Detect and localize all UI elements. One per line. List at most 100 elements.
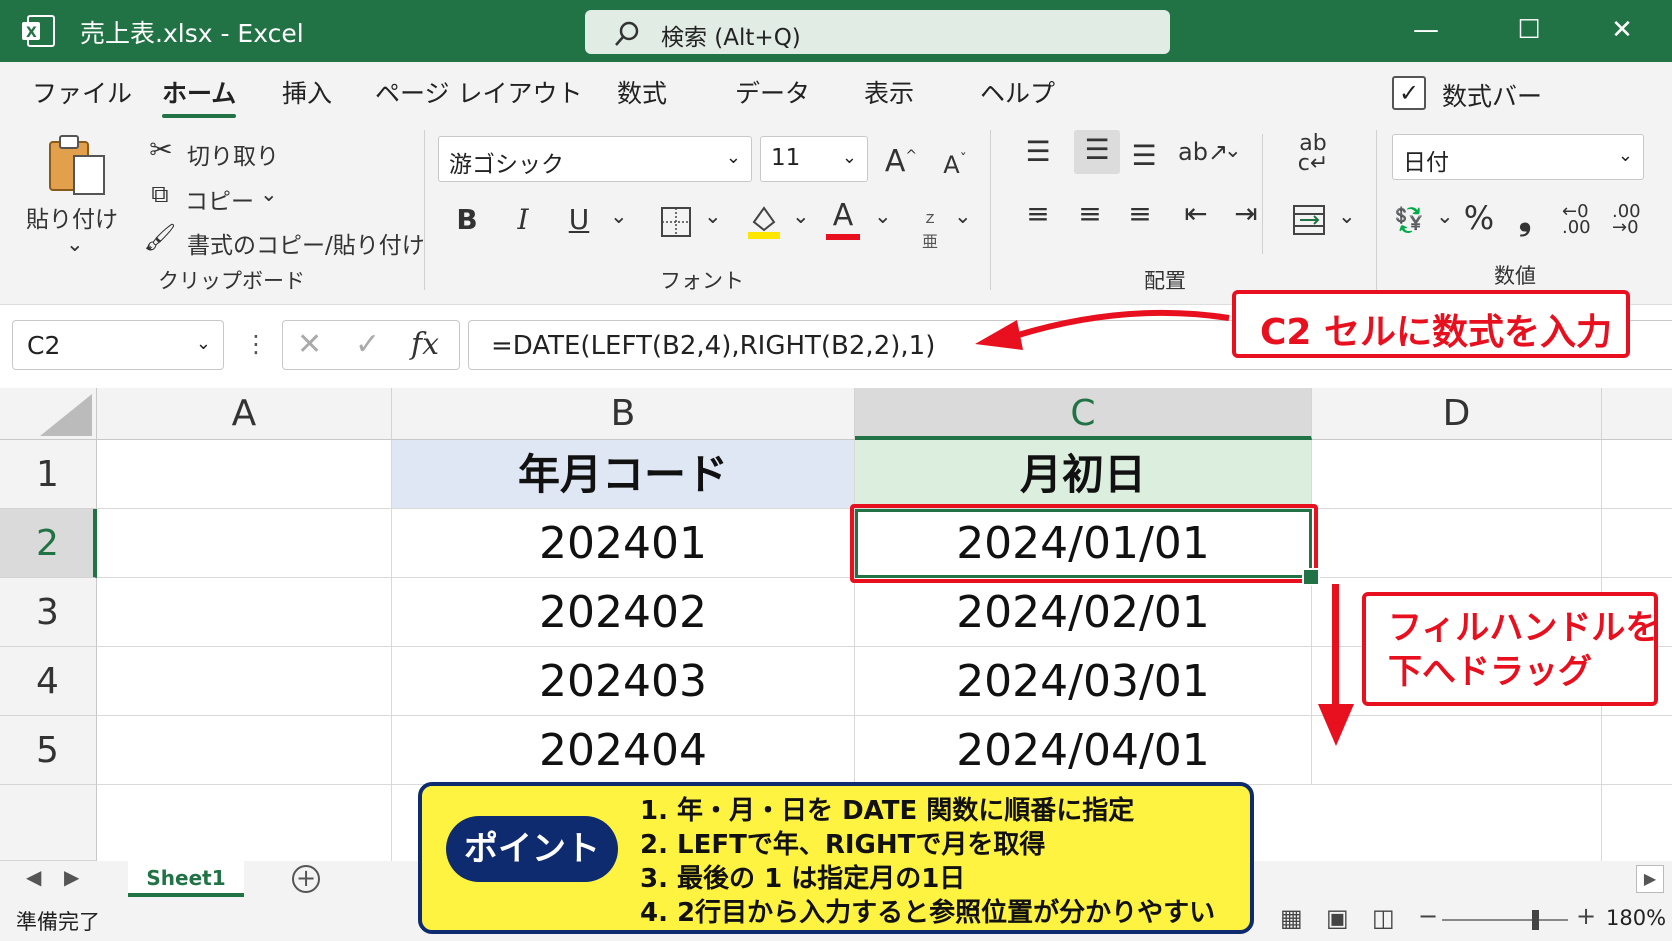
paste-icon[interactable] [44, 132, 110, 198]
phonetic-icon[interactable]: ｚ亜 [922, 204, 938, 252]
cell-d6[interactable] [1312, 785, 1602, 861]
cell-c1[interactable]: 月初日 [855, 440, 1312, 509]
decrease-indent-icon[interactable]: ⇤ [1176, 194, 1216, 234]
merge-dropdown-icon[interactable]: ⌄ [1338, 204, 1356, 228]
align-bottom-icon[interactable]: ☰ [1124, 136, 1164, 176]
cell-d2[interactable] [1312, 509, 1602, 578]
cell-e5[interactable] [1602, 716, 1672, 785]
minimize-button[interactable]: — [1402, 10, 1450, 50]
cell-d1[interactable] [1312, 440, 1602, 509]
borders-icon[interactable] [660, 206, 692, 238]
row-header-5[interactable]: 5 [0, 716, 97, 785]
copy-dropdown-icon[interactable]: ⌄ [260, 182, 278, 206]
row-header-2[interactable]: 2 [0, 509, 97, 578]
orientation-icon[interactable]: ab↗ [1178, 132, 1228, 172]
grow-font-button[interactable]: A^ [884, 136, 918, 182]
name-box[interactable]: C2 ⌄ [12, 320, 224, 370]
cell-b4[interactable]: 202403 [392, 647, 855, 716]
underline-button[interactable]: U [562, 200, 596, 240]
paste-button[interactable]: 貼り付け [26, 200, 118, 234]
orientation-dropdown-icon[interactable]: ⌄ [1224, 138, 1242, 162]
align-middle-icon[interactable]: ☰ [1074, 130, 1120, 174]
copy-button[interactable]: コピー [185, 182, 254, 216]
cell-c4[interactable]: 2024/03/01 [855, 647, 1312, 716]
accounting-format-icon[interactable]: 💱 [1392, 200, 1426, 240]
tab-help[interactable]: ヘルプ [980, 74, 1055, 110]
cut-button[interactable]: 切り取り [187, 137, 279, 171]
column-header-c[interactable]: C [855, 388, 1312, 440]
shrink-font-button[interactable]: Aˇ [938, 140, 972, 185]
row-header-3[interactable]: 3 [0, 578, 97, 647]
cell-b2[interactable]: 202401 [392, 509, 855, 578]
merge-center-icon[interactable] [1292, 204, 1326, 236]
page-layout-view-icon[interactable]: ▣ [1326, 904, 1349, 932]
font-color-dropdown-icon[interactable]: ⌄ [874, 204, 892, 228]
zoom-level[interactable]: 180% [1606, 906, 1666, 930]
cell-a3[interactable] [97, 578, 392, 647]
zoom-slider-thumb[interactable] [1532, 910, 1539, 930]
accounting-dropdown-icon[interactable]: ⌄ [1436, 204, 1454, 228]
align-right-icon[interactable]: ≡ [1120, 194, 1160, 234]
cell-a6[interactable] [97, 785, 392, 861]
tab-insert[interactable]: 挿入 [282, 74, 332, 110]
column-header-e[interactable] [1602, 388, 1672, 440]
percent-style-button[interactable]: % [1462, 198, 1496, 238]
number-format-select[interactable]: 日付 ⌄ [1392, 134, 1644, 180]
cell-e1[interactable] [1602, 440, 1672, 509]
align-left-icon[interactable]: ≡ [1018, 194, 1058, 234]
select-all-corner[interactable] [0, 388, 97, 440]
font-color-button[interactable]: A [826, 196, 860, 236]
maximize-button[interactable]: ☐ [1505, 10, 1553, 50]
underline-dropdown-icon[interactable]: ⌄ [610, 204, 628, 228]
zoom-out-button[interactable]: − [1418, 902, 1438, 930]
sheet-tab-sheet1[interactable]: Sheet1 [128, 861, 244, 897]
paste-dropdown-icon[interactable]: ⌄ [66, 232, 84, 256]
close-button[interactable]: ✕ [1598, 10, 1646, 50]
zoom-slider-track[interactable] [1442, 919, 1568, 921]
tab-file[interactable]: ファイル [32, 74, 132, 110]
cell-b1[interactable]: 年月コード [392, 440, 855, 509]
cell-e2[interactable] [1602, 509, 1672, 578]
cell-a2[interactable] [97, 509, 392, 578]
font-size-select[interactable]: 11 ⌄ [760, 136, 868, 182]
sheet-scroll-right-icon[interactable]: ▶ [64, 865, 79, 889]
cell-b3[interactable]: 202402 [392, 578, 855, 647]
cell-b5[interactable]: 202404 [392, 716, 855, 785]
format-painter-button[interactable]: 書式のコピー/貼り付け [187, 226, 425, 260]
fill-color-dropdown-icon[interactable]: ⌄ [792, 204, 810, 228]
tab-page-layout[interactable]: ページ レイアウト [375, 74, 582, 110]
row-header-1[interactable]: 1 [0, 440, 97, 509]
cell-c5[interactable]: 2024/04/01 [855, 716, 1312, 785]
row-header-6[interactable] [0, 785, 97, 861]
hscroll-right-icon[interactable]: ▶ [1636, 865, 1664, 893]
decrease-decimal-button[interactable]: .00 →0 [1612, 203, 1641, 237]
borders-dropdown-icon[interactable]: ⌄ [704, 204, 722, 228]
italic-button[interactable]: I [506, 200, 540, 240]
insert-function-icon[interactable]: fx [411, 327, 439, 362]
zoom-in-button[interactable]: + [1576, 902, 1596, 930]
phonetic-dropdown-icon[interactable]: ⌄ [954, 204, 972, 228]
tab-view[interactable]: 表示 [864, 74, 914, 110]
enter-formula-icon[interactable]: ✓ [355, 327, 380, 362]
cancel-formula-icon[interactable]: ✕ [297, 327, 322, 362]
fill-color-icon[interactable] [746, 202, 782, 240]
tab-data[interactable]: データ [735, 74, 810, 110]
row-header-4[interactable]: 4 [0, 647, 97, 716]
cell-a5[interactable] [97, 716, 392, 785]
more-options-icon[interactable]: ⋮ [244, 330, 268, 358]
wrap-text-icon[interactable]: ab c↵ [1296, 133, 1330, 175]
align-top-icon[interactable]: ☰ [1018, 132, 1058, 172]
increase-indent-icon[interactable]: ⇥ [1226, 194, 1266, 234]
cell-c3[interactable]: 2024/02/01 [855, 578, 1312, 647]
font-name-select[interactable]: 游ゴシック ⌄ [438, 136, 752, 182]
formula-bar-checkbox[interactable]: ✓ [1392, 76, 1426, 110]
add-sheet-button[interactable]: + [292, 865, 320, 893]
normal-view-icon[interactable]: ▦ [1280, 904, 1303, 932]
cell-a4[interactable] [97, 647, 392, 716]
bold-button[interactable]: B [450, 200, 484, 240]
column-header-d[interactable]: D [1312, 388, 1602, 440]
column-header-b[interactable]: B [392, 388, 855, 440]
column-header-a[interactable]: A [97, 388, 392, 440]
align-center-icon[interactable]: ≡ [1070, 194, 1110, 234]
tab-formulas[interactable]: 数式 [617, 74, 667, 110]
